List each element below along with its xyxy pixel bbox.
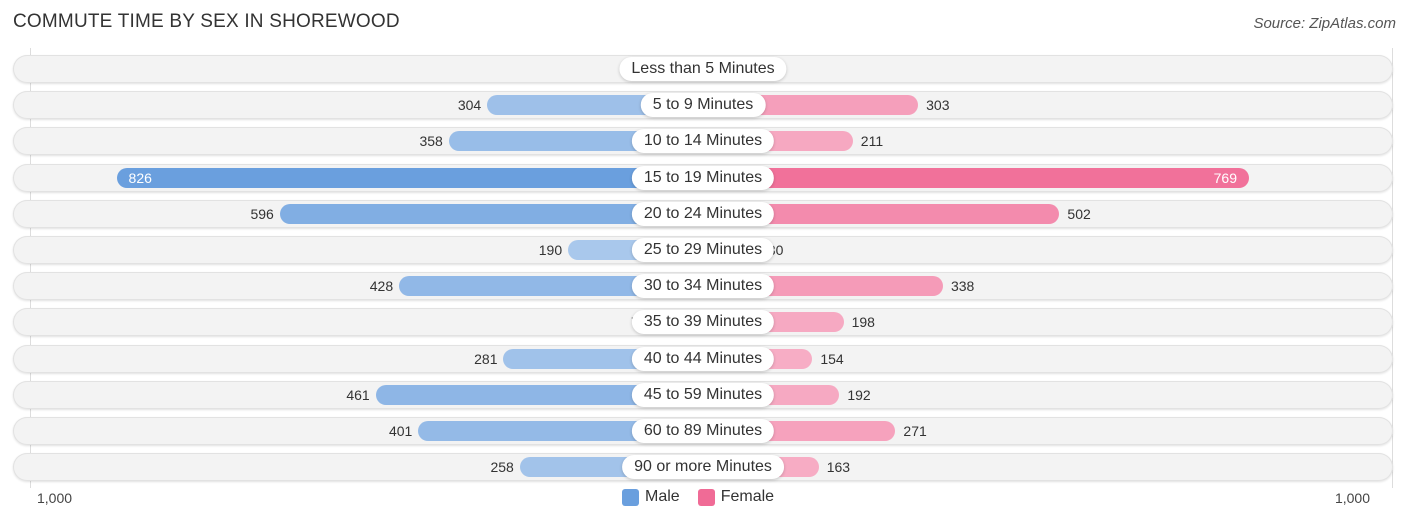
value-label-male: 258 (490, 459, 514, 476)
source-label: Source: ZipAtlas.com (1253, 15, 1396, 32)
category-label: 45 to 59 Minutes (631, 382, 775, 407)
legend-item-female: Female (697, 488, 775, 506)
bar-female (703, 167, 1249, 188)
category-label: 60 to 89 Minutes (631, 419, 775, 443)
value-label-male: 826 (128, 169, 152, 186)
value-label-female: 154 (820, 350, 844, 367)
legend-item-male: Male (622, 488, 680, 506)
category-label: 30 to 34 Minutes (631, 274, 775, 299)
value-label-male: 401 (388, 423, 413, 439)
value-label-male: 281 (474, 350, 498, 367)
value-label-female: 303 (926, 97, 950, 114)
category-label: 40 to 44 Minutes (631, 346, 775, 371)
category-label: 5 to 9 Minutes (640, 93, 766, 118)
category-label: 15 to 19 Minutes (631, 165, 775, 190)
category-label: 20 to 24 Minutes (631, 201, 775, 226)
value-label-female: 198 (851, 314, 875, 331)
right-axis-line (1392, 48, 1393, 488)
category-label: 90 or more Minutes (622, 455, 784, 480)
value-label-male: 190 (538, 242, 563, 258)
category-label: 35 to 39 Minutes (631, 310, 775, 335)
value-label-female: 192 (847, 386, 871, 403)
legend: Male Female (622, 488, 792, 506)
value-label-male: 596 (250, 205, 274, 222)
value-label-female: 211 (860, 133, 884, 150)
chart-title: COMMUTE TIME BY SEX IN SHOREWOOD (13, 11, 400, 32)
axis-right-label: 1,000 (1334, 490, 1370, 506)
value-label-female: 769 (1213, 169, 1237, 186)
value-label-male: 304 (457, 97, 482, 114)
value-label-female: 338 (950, 278, 975, 295)
value-label-male: 428 (369, 278, 394, 295)
value-label-female: 502 (1067, 205, 1091, 222)
category-label: 25 to 29 Minutes (631, 238, 775, 262)
category-label: Less than 5 Minutes (619, 57, 787, 81)
legend-label-female: Female (720, 488, 775, 505)
value-label-male: 358 (419, 133, 443, 150)
category-label: 10 to 14 Minutes (631, 129, 775, 154)
value-label-female: 271 (903, 423, 927, 439)
value-label-male: 461 (346, 386, 370, 403)
legend-swatch-female (697, 488, 715, 506)
legend-swatch-male (622, 488, 639, 506)
bar-male (116, 167, 703, 188)
axis-left-label: 1,000 (37, 490, 73, 506)
value-label-female: 163 (826, 459, 851, 476)
legend-label-male: Male (645, 488, 680, 505)
